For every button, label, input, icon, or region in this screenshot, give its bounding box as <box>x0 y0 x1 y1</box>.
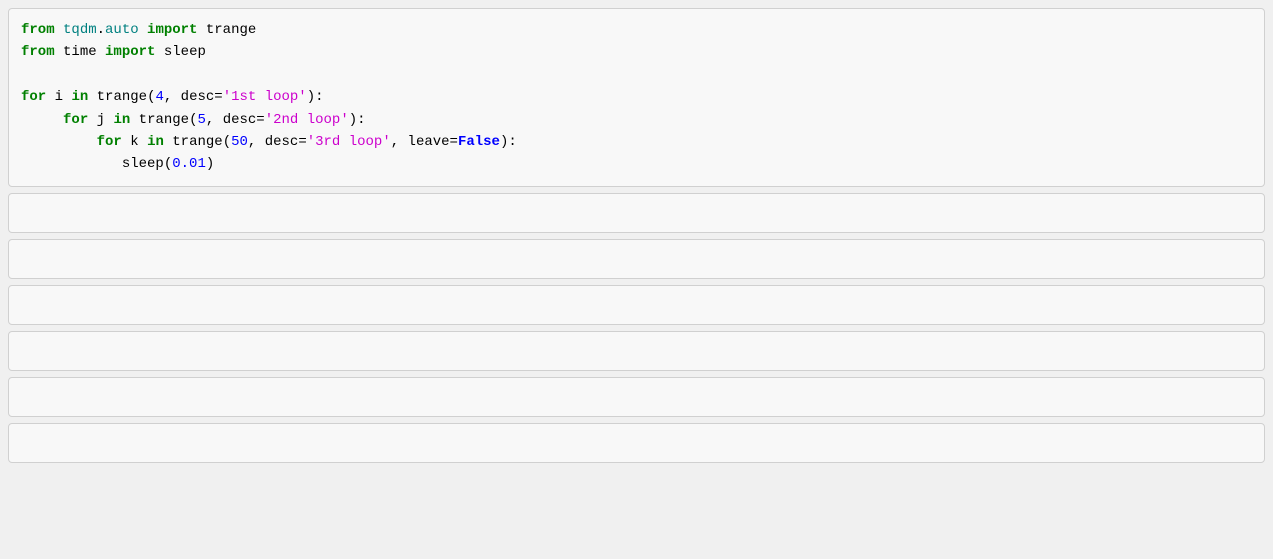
keyword-from-2: from <box>21 44 55 60</box>
code-line-6: sleep(0.01) <box>21 153 1252 175</box>
keyword-for-3: for <box>97 134 122 150</box>
code-line-5: for k in trange(50, desc='3rd loop', lea… <box>21 131 1252 153</box>
progress-bar-4 <box>8 331 1265 371</box>
keyword-in-2: in <box>113 112 130 128</box>
keyword-from: from <box>21 22 55 38</box>
keyword-for-1: for <box>21 89 46 105</box>
progress-bar-6 <box>8 423 1265 463</box>
progress-bar-5 <box>8 377 1265 417</box>
code-block: from tqdm.auto import trange from time i… <box>8 8 1265 187</box>
keyword-for-2: for <box>63 112 88 128</box>
code-line-3: for i in trange(4, desc='1st loop'): <box>21 86 1252 108</box>
main-container: from tqdm.auto import trange from time i… <box>0 0 1273 559</box>
keyword-import-1: import <box>147 22 197 38</box>
module-tqdm: tqdm <box>63 22 97 38</box>
progress-bar-2 <box>8 239 1265 279</box>
progress-bar-1 <box>8 193 1265 233</box>
code-line-4: for j in trange(5, desc='2nd loop'): <box>21 109 1252 131</box>
code-line-blank <box>21 64 1252 86</box>
code-line-2: from time import sleep <box>21 41 1252 63</box>
progress-bar-3 <box>8 285 1265 325</box>
keyword-import-2: import <box>105 44 155 60</box>
keyword-in-1: in <box>71 89 88 105</box>
keyword-in-3: in <box>147 134 164 150</box>
code-line-1: from tqdm.auto import trange <box>21 19 1252 41</box>
